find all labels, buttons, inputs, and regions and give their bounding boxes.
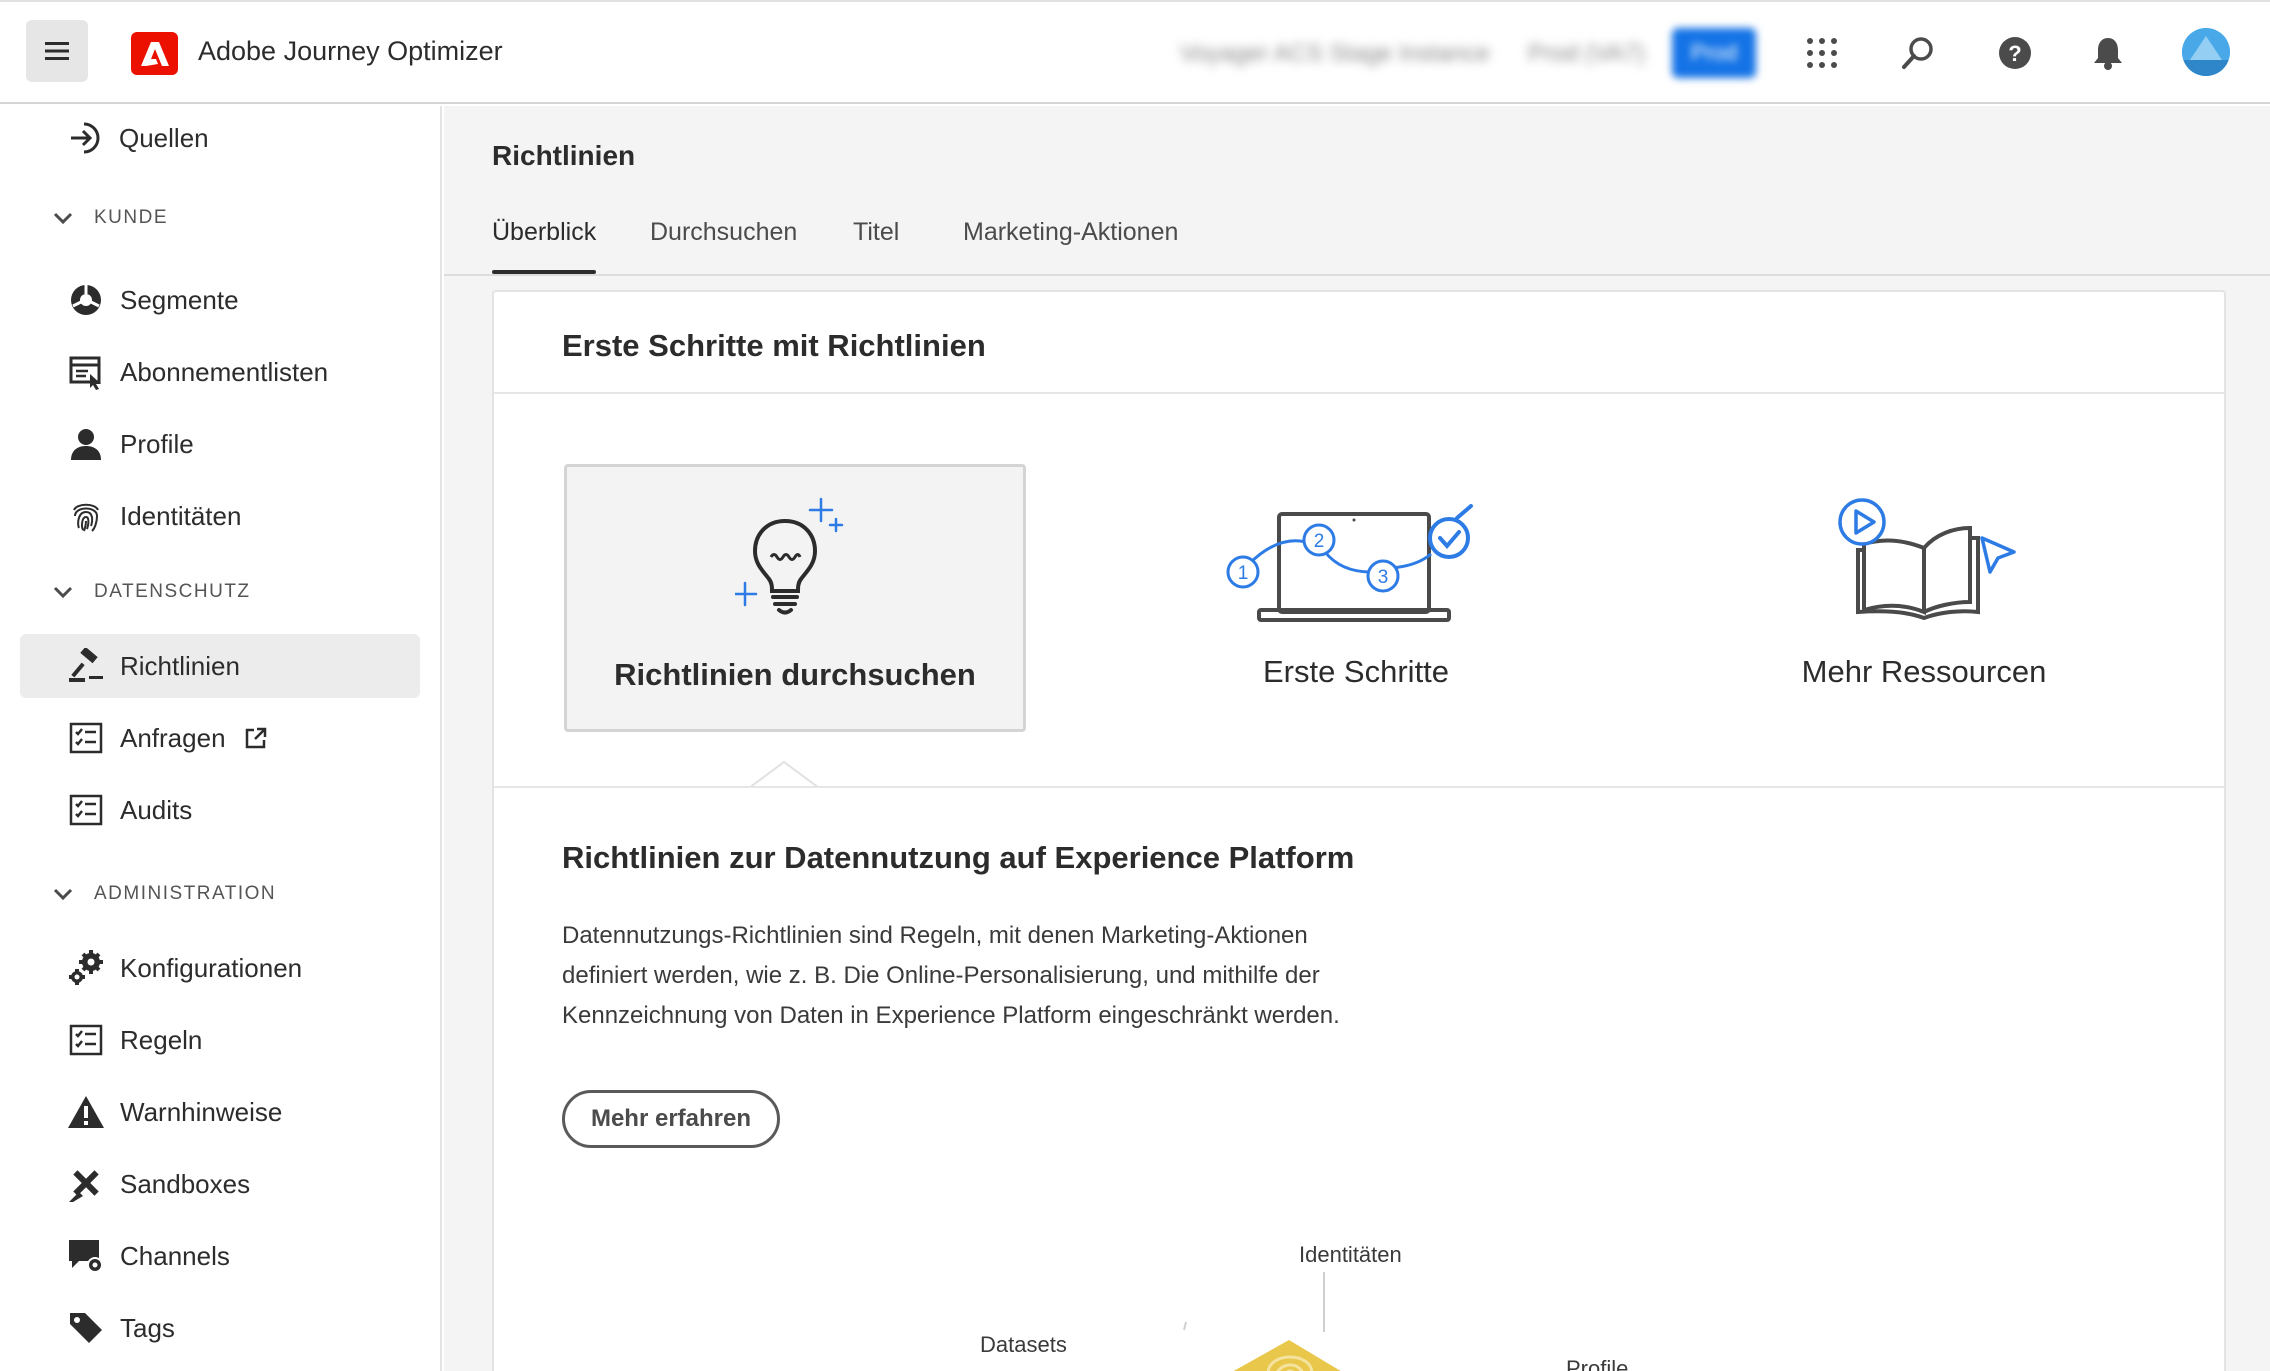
sources-icon bbox=[66, 118, 106, 158]
sidebar-item-label: Segmente bbox=[120, 284, 239, 315]
sidebar-item-label: Regeln bbox=[120, 1024, 203, 1055]
chevron-down-icon bbox=[50, 579, 76, 605]
divider bbox=[494, 786, 2224, 788]
tile-label: Richtlinien durchsuchen bbox=[614, 657, 976, 692]
sidebar-item-tags[interactable]: Tags bbox=[20, 1296, 420, 1360]
sidebar-item-sandboxes[interactable]: Sandboxes bbox=[20, 1152, 420, 1216]
sidebar-item-subscription-lists[interactable]: Abonnementlisten bbox=[20, 340, 420, 404]
chevron-down-icon bbox=[50, 881, 76, 907]
card-title: Erste Schritte mit Richtlinien bbox=[562, 328, 986, 363]
sidebar-item-label: Profile bbox=[120, 428, 194, 459]
sandbox-name[interactable]: Prod (VA7) bbox=[1528, 40, 1645, 68]
laptop-steps-icon: 1 2 3 bbox=[1125, 502, 1587, 632]
checklist-icon bbox=[66, 1020, 106, 1060]
page-title: Richtlinien bbox=[492, 140, 636, 171]
learn-more-button[interactable]: Mehr erfahren bbox=[562, 1090, 780, 1148]
bell-icon[interactable] bbox=[2086, 31, 2130, 75]
tile-label: Erste Schritte bbox=[1262, 654, 1450, 689]
sidebar-item-label: Tags bbox=[120, 1312, 175, 1343]
lightbulb-icon bbox=[567, 497, 1023, 627]
tile-label: Mehr Ressourcen bbox=[1801, 654, 2047, 689]
tab-overview[interactable]: Überblick bbox=[492, 218, 596, 247]
sidebar-item-channels[interactable]: Channels bbox=[20, 1224, 420, 1288]
tab-browse[interactable]: Durchsuchen bbox=[650, 218, 797, 247]
org-switcher[interactable]: Voyager ACS Stage Instance bbox=[1180, 40, 1490, 68]
tab-marketing-actions[interactable]: Marketing-Aktionen bbox=[963, 218, 1178, 247]
section-title: Richtlinien zur Datennutzung auf Experie… bbox=[562, 840, 1355, 875]
gears-icon bbox=[66, 948, 106, 988]
adobe-logo[interactable] bbox=[131, 32, 178, 75]
gavel-icon bbox=[66, 646, 106, 686]
section-description: Datennutzungs-Richtlinien sind Regeln, m… bbox=[562, 922, 1340, 1029]
fingerprint-icon bbox=[66, 496, 106, 536]
sidebar-item-label: Sandboxes bbox=[120, 1168, 251, 1199]
sidebar-item-profiles[interactable]: Profile bbox=[20, 412, 420, 476]
sidebar-item-segments[interactable]: Segmente bbox=[20, 268, 420, 332]
svg-text:1: 1 bbox=[1238, 563, 1249, 584]
channels-icon bbox=[66, 1236, 106, 1276]
sidebar: Quellen KUNDE Segmente Abonnementlisten … bbox=[0, 106, 442, 1371]
tile-browse-policies[interactable]: Richtlinien durchsuchen bbox=[564, 464, 1026, 732]
book-resources-icon bbox=[1693, 492, 2155, 632]
sidebar-item-label: Richtlinien bbox=[120, 650, 240, 681]
environment-badge[interactable]: Prod bbox=[1672, 28, 1756, 78]
sidebar-item-label: Channels bbox=[120, 1240, 230, 1271]
section-header-kunde[interactable]: KUNDE bbox=[50, 198, 168, 238]
section-label: KUNDE bbox=[94, 207, 169, 228]
app-title[interactable]: Adobe Journey Optimizer bbox=[198, 36, 503, 67]
section-label: DATENSCHUTZ bbox=[94, 581, 251, 602]
sandbox-icon bbox=[66, 1164, 106, 1204]
chevron-down-icon bbox=[50, 205, 76, 231]
svg-text:?: ? bbox=[2008, 41, 2021, 66]
section-header-administration[interactable]: ADMINISTRATION bbox=[50, 874, 276, 914]
sidebar-item-requests[interactable]: Anfragen bbox=[20, 706, 420, 770]
divider bbox=[494, 392, 2224, 394]
sidebar-item-policies[interactable]: Richtlinien bbox=[20, 634, 420, 698]
hamburger-icon[interactable] bbox=[26, 20, 88, 82]
sidebar-item-configurations[interactable]: Konfigurationen bbox=[20, 936, 420, 1000]
svg-text:3: 3 bbox=[1378, 567, 1389, 588]
diagram-label-identities: Identitäten bbox=[1299, 1242, 1402, 1267]
tile-getting-started[interactable]: 1 2 3 Erste Schritte bbox=[1125, 464, 1587, 732]
segments-icon bbox=[66, 280, 106, 320]
checklist-icon bbox=[66, 790, 106, 830]
alert-icon bbox=[66, 1092, 106, 1132]
sidebar-item-sources[interactable]: Quellen bbox=[20, 106, 420, 170]
diagram-illustration bbox=[1183, 1272, 1341, 1371]
sidebar-item-label: Audits bbox=[120, 794, 193, 825]
active-tab-indicator bbox=[492, 270, 596, 274]
top-bar: Adobe Journey Optimizer Voyager ACS Stag… bbox=[0, 0, 2270, 104]
sidebar-item-label: Warnhinweise bbox=[120, 1096, 283, 1127]
tile-more-resources[interactable]: Mehr Ressourcen bbox=[1693, 464, 2155, 732]
main-content: Richtlinien Überblick Durchsuchen Titel … bbox=[444, 106, 2270, 1371]
sidebar-item-label: Anfragen bbox=[120, 722, 226, 753]
sidebar-item-audits[interactable]: Audits bbox=[20, 778, 420, 842]
external-link-icon[interactable] bbox=[244, 726, 268, 755]
app-grid-icon[interactable] bbox=[1800, 31, 1844, 75]
sidebar-item-rules[interactable]: Regeln bbox=[20, 1008, 420, 1072]
sidebar-item-alerts[interactable]: Warnhinweise bbox=[20, 1080, 420, 1144]
sidebar-item-label: Abonnementlisten bbox=[120, 356, 329, 387]
sidebar-item-label: Quellen bbox=[119, 122, 209, 153]
sidebar-item-label: Konfigurationen bbox=[120, 952, 303, 983]
subscription-lists-icon bbox=[66, 352, 106, 392]
section-header-datenschutz[interactable]: DATENSCHUTZ bbox=[50, 572, 251, 612]
tab-bar: Überblick Durchsuchen Titel Marketing-Ak… bbox=[444, 200, 2270, 276]
avatar[interactable] bbox=[2182, 28, 2230, 76]
help-icon[interactable]: ? bbox=[1993, 31, 2037, 75]
checklist-icon bbox=[66, 718, 106, 758]
search-icon[interactable] bbox=[1896, 31, 1940, 75]
sidebar-item-label: Identitäten bbox=[120, 500, 242, 531]
tag-icon bbox=[66, 1308, 106, 1348]
section-label: ADMINISTRATION bbox=[94, 883, 277, 904]
profile-icon bbox=[66, 424, 106, 464]
tab-labels[interactable]: Titel bbox=[853, 218, 899, 247]
svg-text:2: 2 bbox=[1314, 531, 1325, 552]
getting-started-card: Erste Schritte mit Richtlinien Richtlini… bbox=[492, 290, 2226, 1371]
sidebar-item-identities[interactable]: Identitäten bbox=[20, 484, 420, 548]
